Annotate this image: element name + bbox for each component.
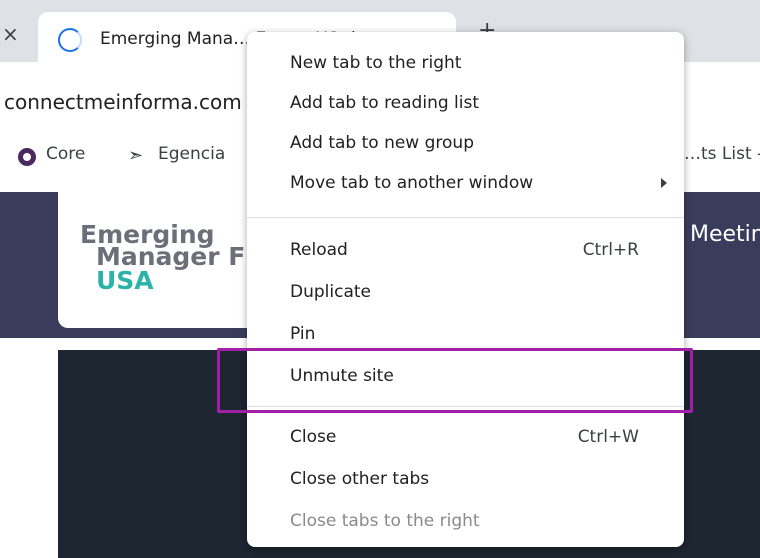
menu-item-shortcut: Ctrl+W (577, 427, 639, 447)
menu-item-label: Add tab to new group (290, 133, 474, 153)
bookmark-core[interactable]: Core (46, 144, 85, 164)
menu-separator (247, 217, 684, 218)
menu-item-label: Close tabs to the right (290, 511, 480, 531)
menu-item-close[interactable]: Close Ctrl+W (247, 418, 684, 458)
submenu-arrow-icon (661, 178, 667, 188)
logo-line-2: Manager F (96, 242, 246, 271)
tab-context-menu: New tab to the right Add tab to reading … (247, 32, 684, 547)
menu-item-reload[interactable]: Reload Ctrl+R (247, 231, 684, 271)
menu-item-label: Add tab to reading list (290, 93, 480, 113)
menu-item-label: New tab to the right (290, 53, 462, 73)
menu-item-label: Move tab to another window (290, 173, 534, 193)
menu-item-close-other-tabs[interactable]: Close other tabs (247, 460, 684, 500)
close-icon[interactable]: × (2, 24, 19, 44)
loading-spinner-icon (58, 28, 82, 52)
menu-item-add-reading-list[interactable]: Add tab to reading list (247, 84, 684, 124)
bookmark-core-icon (18, 148, 36, 166)
menu-item-shortcut: Ctrl+R (582, 240, 639, 260)
nav-item-meetings[interactable]: Meetin (690, 222, 760, 247)
menu-item-label: Pin (290, 324, 316, 344)
menu-item-new-tab-right[interactable]: New tab to the right (247, 44, 684, 84)
address-bar[interactable]: connectmeinforma.com (4, 90, 242, 114)
bookmark-egencia[interactable]: Egencia (158, 144, 225, 164)
menu-item-label: Duplicate (290, 282, 371, 302)
menu-item-label: Close (290, 427, 337, 447)
menu-item-add-new-group[interactable]: Add tab to new group (247, 124, 684, 164)
menu-item-label: Close other tabs (290, 469, 430, 489)
menu-item-move-tab[interactable]: Move tab to another window (247, 164, 684, 204)
airplane-icon: ➣ (128, 145, 144, 166)
menu-item-duplicate[interactable]: Duplicate (247, 273, 684, 313)
menu-item-label: Reload (290, 240, 348, 260)
bookmark-list[interactable]: …ts List -… (684, 144, 760, 164)
highlight-box (217, 348, 693, 413)
logo-line-3: USA (96, 266, 154, 295)
menu-item-close-tabs-right: Close tabs to the right (247, 502, 684, 542)
